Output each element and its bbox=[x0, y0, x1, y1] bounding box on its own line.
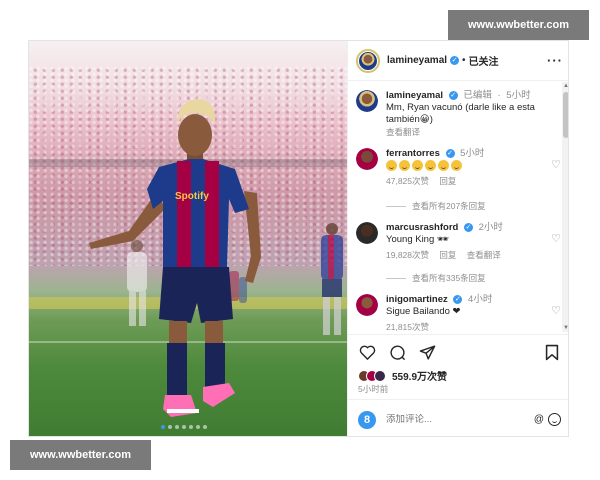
carousel-dot bbox=[203, 425, 207, 429]
comments-list: lamineyamal ✓ 已编辑 · 5小时 Mm, Ryan vacunó … bbox=[348, 82, 568, 332]
comment-item: ferrantorres ✓ 5小时 47,825次赞 回复 ♡ bbox=[356, 148, 561, 187]
laughing-emoji-icon bbox=[451, 160, 462, 171]
verified-icon: ✓ bbox=[453, 294, 463, 304]
bookmark-icon[interactable] bbox=[543, 343, 561, 361]
comment-likes: 19,828次赞 bbox=[386, 250, 429, 260]
caption-avatar[interactable] bbox=[356, 90, 378, 112]
scroll-up-arrow-icon[interactable]: ▲ bbox=[563, 83, 568, 89]
laughing-emoji-icon bbox=[399, 160, 410, 171]
post-header: lamineyamal ✓ • 已关注 ··· bbox=[348, 41, 568, 81]
commenter-avatar[interactable] bbox=[356, 294, 378, 316]
comment-username[interactable]: marcusrashford bbox=[386, 222, 458, 233]
author-username[interactable]: lamineyamal bbox=[387, 55, 447, 66]
author-avatar[interactable] bbox=[356, 48, 380, 73]
view-replies-link[interactable]: 查看所有207条回复 bbox=[386, 200, 486, 212]
caption-edited: 已编辑 bbox=[463, 90, 492, 101]
carousel-dot bbox=[168, 425, 172, 429]
add-comment-bar: 8 @ bbox=[348, 399, 568, 436]
mention-at-icon[interactable]: @ bbox=[534, 414, 544, 425]
comment-text: Young King 🕶 bbox=[386, 234, 449, 245]
carousel-dot bbox=[189, 425, 193, 429]
caption-separator: · bbox=[497, 90, 501, 101]
carousel-dot bbox=[182, 425, 186, 429]
likes-summary[interactable]: 559.9万次赞 bbox=[358, 368, 447, 383]
comment-bubble-icon[interactable] bbox=[388, 343, 406, 361]
laughing-emoji-icon bbox=[386, 160, 397, 171]
separator-dot: • bbox=[462, 55, 466, 66]
comment-item: inigomartinez ✓ 4小时 Sigue Bailando ❤ 21,… bbox=[356, 294, 561, 332]
commenter-avatar[interactable] bbox=[356, 148, 378, 170]
watermark-bottom: www.wwbetter.com bbox=[10, 440, 151, 470]
caption: lamineyamal ✓ 已编辑 · 5小时 Mm, Ryan vacunó … bbox=[356, 90, 561, 138]
more-options-icon[interactable]: ··· bbox=[547, 53, 563, 68]
verified-icon: ✓ bbox=[450, 56, 460, 65]
post-photo[interactable]: Spotify bbox=[29, 41, 347, 436]
instagram-post: Spotify lamineyamal ✓ • 已关注 ··· lamineya… bbox=[28, 40, 569, 437]
comment-emojis bbox=[386, 160, 561, 172]
caption-time: 5小时 bbox=[506, 90, 531, 101]
comments-scrollbar[interactable]: ▲ ▼ bbox=[562, 82, 568, 332]
carousel-dot bbox=[196, 425, 200, 429]
caption-username[interactable]: lamineyamal bbox=[386, 90, 443, 101]
laughing-emoji-icon bbox=[425, 160, 436, 171]
comment-like-heart-icon[interactable]: ♡ bbox=[551, 304, 561, 317]
carousel-dot bbox=[161, 425, 165, 429]
scroll-thumb[interactable] bbox=[563, 92, 568, 138]
comment-time: 4小时 bbox=[468, 294, 493, 305]
caption-text: Mm, Ryan vacunó (darle like a esta tambi… bbox=[386, 102, 535, 125]
likes-count[interactable]: 559.9万次赞 bbox=[392, 368, 447, 383]
comment-like-heart-icon[interactable]: ♡ bbox=[551, 232, 561, 245]
comment-likes: 21,815次赞 bbox=[386, 322, 429, 332]
reply-link[interactable]: 回复 bbox=[439, 176, 456, 186]
background-player-left bbox=[127, 240, 147, 326]
comment-like-heart-icon[interactable]: ♡ bbox=[551, 158, 561, 171]
laughing-emoji-icon bbox=[412, 160, 423, 171]
caption-translate-link[interactable]: 查看翻译 bbox=[386, 126, 561, 138]
reply-link[interactable]: 回复 bbox=[439, 250, 456, 260]
laughing-emoji-icon bbox=[438, 160, 449, 171]
verified-icon: ✓ bbox=[463, 222, 473, 232]
scroll-down-arrow-icon[interactable]: ▼ bbox=[563, 325, 568, 331]
share-paper-plane-icon[interactable] bbox=[418, 343, 436, 361]
comment-item: marcusrashford ✓ 2小时 Young King 🕶 19,828… bbox=[356, 222, 561, 261]
comment-username[interactable]: inigomartinez bbox=[386, 294, 448, 305]
commenter-avatar[interactable] bbox=[356, 222, 378, 244]
carousel-indicator bbox=[161, 425, 207, 429]
view-replies-link[interactable]: 查看所有335条回复 bbox=[386, 272, 486, 284]
background-player-right bbox=[321, 223, 343, 335]
translate-link[interactable]: 查看翻译 bbox=[467, 250, 501, 260]
comment-time: 2小时 bbox=[478, 222, 503, 233]
comment-time: 5小时 bbox=[460, 148, 485, 159]
comment-text: Sigue Bailando ❤ bbox=[386, 306, 461, 317]
post-side-panel: lamineyamal ✓ • 已关注 ··· lamineyamal ✓ 已编… bbox=[347, 41, 568, 436]
verified-icon: ✓ bbox=[445, 148, 455, 158]
like-heart-icon[interactable] bbox=[358, 343, 376, 361]
follow-status-button[interactable]: 已关注 bbox=[469, 53, 499, 68]
comment-likes: 47,825次赞 bbox=[386, 176, 429, 187]
carousel-dot bbox=[175, 425, 179, 429]
verified-icon: ✓ bbox=[448, 90, 458, 100]
post-timestamp: 5小时前 bbox=[358, 384, 389, 394]
main-player: Spotify bbox=[89, 99, 261, 417]
players-illustration: Spotify bbox=[89, 99, 343, 417]
comment-username[interactable]: ferrantorres bbox=[386, 148, 440, 159]
svg-text:Spotify: Spotify bbox=[175, 191, 209, 202]
post-actions: 559.9万次赞 5小时前 8 @ bbox=[348, 334, 568, 436]
emoji-picker-icon[interactable] bbox=[548, 413, 561, 426]
liker-avatar bbox=[374, 369, 386, 382]
comment-input[interactable] bbox=[386, 414, 506, 425]
user-avatar-icon: 8 bbox=[358, 410, 376, 429]
watermark-top: www.wwbetter.com bbox=[448, 10, 589, 40]
